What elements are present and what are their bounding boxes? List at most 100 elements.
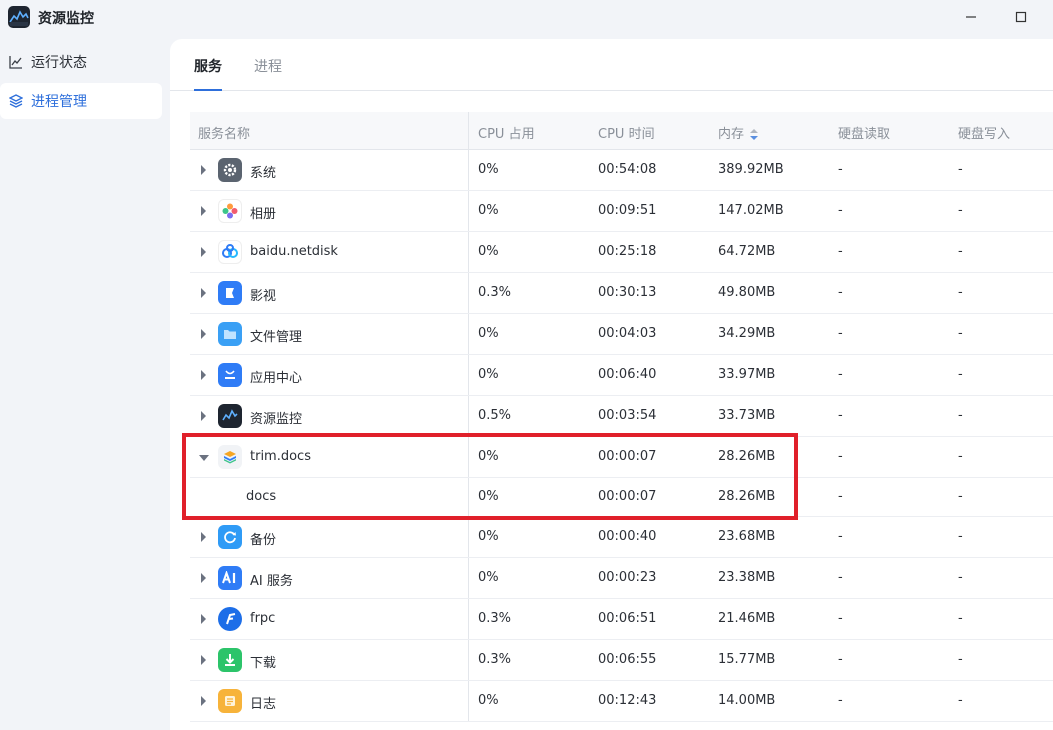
disk-read: -	[838, 693, 843, 708]
tab-processes[interactable]: 进程	[254, 56, 282, 91]
expand-caret[interactable]	[201, 370, 206, 380]
expand-caret[interactable]	[201, 329, 206, 339]
expand-caret[interactable]	[201, 165, 206, 175]
cpu-time: 00:06:51	[598, 611, 657, 626]
header-cpu-time[interactable]: CPU 时间	[598, 123, 655, 142]
table-row[interactable]: baidu.netdisk 0% 00:25:18 64.72MB - -	[190, 232, 1053, 273]
header-service-name[interactable]: 服务名称	[198, 123, 250, 142]
cpu-time: 00:54:08	[598, 162, 657, 177]
expand-caret[interactable]	[201, 206, 206, 216]
header-disk-write[interactable]: 硬盘写入	[958, 123, 1010, 142]
backup-icon	[218, 525, 242, 549]
column-divider	[468, 273, 469, 313]
expand-caret[interactable]	[201, 614, 206, 624]
table-row[interactable]: 应用中心 0% 00:06:40 33.97MB - -	[190, 355, 1053, 396]
cpu-time: 00:12:43	[598, 693, 657, 708]
docs-icon	[218, 445, 242, 469]
disk-write: -	[958, 367, 963, 382]
disk-write: -	[958, 244, 963, 259]
title-bar: 资源监控	[0, 0, 1053, 36]
service-name: 下载	[250, 656, 277, 671]
disk-read: -	[838, 529, 843, 544]
cpu-usage: 0.3%	[478, 611, 512, 626]
disk-write: -	[958, 693, 963, 708]
collapse-caret[interactable]	[199, 455, 209, 461]
column-divider	[468, 355, 469, 395]
header-disk-read[interactable]: 硬盘读取	[838, 123, 890, 142]
frpc-icon	[218, 607, 242, 631]
column-divider	[468, 396, 469, 436]
memory: 64.72MB	[718, 244, 776, 259]
maximize-button[interactable]	[1008, 6, 1034, 28]
cpu-time: 00:00:23	[598, 570, 657, 585]
cpu-time: 00:09:51	[598, 203, 657, 218]
service-name: 影视	[250, 289, 277, 304]
resource-monitor-icon	[8, 6, 30, 28]
table-row[interactable]: AI 服务 0% 00:00:23 23.38MB - -	[190, 558, 1053, 599]
disk-read: -	[838, 489, 843, 504]
table-row[interactable]: 下载 0.3% 00:06:55 15.77MB - -	[190, 640, 1053, 681]
service-name: AI 服务	[250, 574, 293, 589]
memory: 28.26MB	[718, 489, 776, 504]
expand-caret[interactable]	[201, 532, 206, 542]
cpu-usage: 0.3%	[478, 652, 512, 667]
ai-icon	[218, 566, 242, 590]
column-divider	[468, 558, 469, 598]
service-name: 资源监控	[250, 412, 303, 427]
sidebar-item-label: 运行状态	[31, 55, 87, 71]
disk-write: -	[958, 611, 963, 626]
column-divider	[468, 232, 469, 272]
cpu-time: 00:30:13	[598, 285, 657, 300]
table-row[interactable]: trim.docs 0% 00:00:07 28.26MB - -	[190, 437, 1053, 478]
header-memory-label: 内存	[718, 127, 745, 142]
memory: 389.92MB	[718, 162, 784, 177]
cpu-time: 00:04:03	[598, 326, 657, 341]
child-table-row[interactable]: docs 0% 00:00:07 28.26MB - -	[190, 478, 1053, 517]
disk-read: -	[838, 244, 843, 259]
disk-write: -	[958, 285, 963, 300]
maximize-icon	[1015, 11, 1027, 23]
process-name: docs	[246, 489, 277, 504]
expand-caret[interactable]	[201, 288, 206, 298]
table-row[interactable]: 日志 0% 00:12:43 14.00MB - -	[190, 681, 1053, 722]
cpu-usage: 0%	[478, 203, 499, 218]
table-row[interactable]: 影视 0.3% 00:30:13 49.80MB - -	[190, 273, 1053, 314]
disk-read: -	[838, 326, 843, 341]
table-row[interactable]: 文件管理 0% 00:04:03 34.29MB - -	[190, 314, 1053, 355]
main-panel: 服务 进程 服务名称 CPU 占用 CPU 时间 内存 硬盘读取 硬盘写入 系统…	[170, 39, 1053, 730]
table-row[interactable]: 相册 0% 00:09:51 147.02MB - -	[190, 191, 1053, 232]
sidebar-item-status[interactable]: 运行状态	[0, 44, 162, 80]
layers-icon	[8, 93, 24, 109]
disk-write: -	[958, 326, 963, 341]
table-row[interactable]: 系统 0% 00:54:08 389.92MB - -	[190, 150, 1053, 191]
disk-write: -	[958, 489, 963, 504]
log-icon	[218, 689, 242, 713]
table-row[interactable]: 备份 0% 00:00:40 23.68MB - -	[190, 517, 1053, 558]
disk-write: -	[958, 570, 963, 585]
expand-caret[interactable]	[201, 411, 206, 421]
header-cpu-usage[interactable]: CPU 占用	[478, 123, 535, 142]
expand-caret[interactable]	[201, 247, 206, 257]
service-name: 相册	[250, 207, 277, 222]
cpu-usage: 0%	[478, 449, 499, 464]
cpu-usage: 0%	[478, 162, 499, 177]
photos-icon	[218, 199, 242, 223]
sidebar-item-process-management[interactable]: 进程管理	[0, 83, 162, 119]
expand-caret[interactable]	[201, 655, 206, 665]
header-memory[interactable]: 内存	[718, 123, 759, 142]
cpu-usage: 0.5%	[478, 408, 512, 423]
disk-read: -	[838, 285, 843, 300]
expand-caret[interactable]	[201, 573, 206, 583]
disk-read: -	[838, 408, 843, 423]
sidebar-item-label: 进程管理	[31, 94, 87, 110]
gear-icon	[218, 158, 242, 182]
table-row[interactable]: frpc 0.3% 00:06:51 21.46MB - -	[190, 599, 1053, 640]
column-divider	[468, 112, 469, 149]
tab-services[interactable]: 服务	[194, 56, 222, 91]
resource-monitor-icon	[218, 404, 242, 428]
column-divider	[468, 599, 469, 639]
minimize-button[interactable]	[958, 6, 984, 28]
table-row[interactable]: 资源监控 0.5% 00:03:54 33.73MB - -	[190, 396, 1053, 437]
cpu-usage: 0%	[478, 693, 499, 708]
expand-caret[interactable]	[201, 696, 206, 706]
